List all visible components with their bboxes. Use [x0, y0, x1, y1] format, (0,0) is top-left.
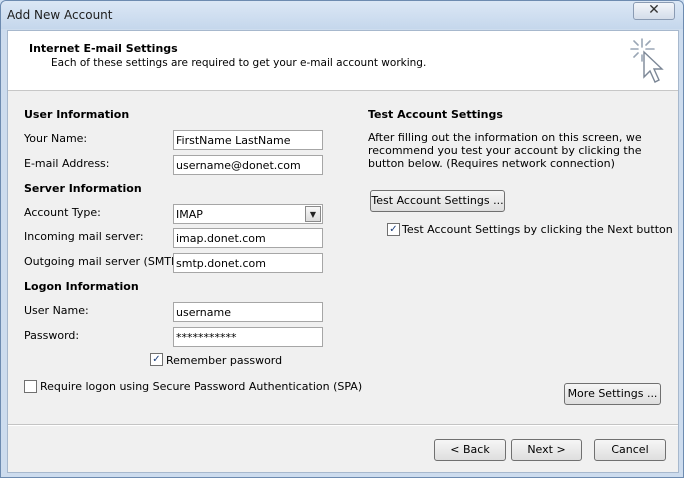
test-settings-heading: Test Account Settings: [368, 108, 503, 121]
title-bar[interactable]: Add New Account ✕: [1, 1, 683, 29]
email-address-label: E-mail Address:: [24, 157, 110, 170]
dialog-body: Internet E-mail Settings Each of these s…: [7, 30, 679, 473]
add-account-window: Add New Account ✕ Internet E-mail Settin…: [0, 0, 684, 478]
user-name-input[interactable]: username: [173, 302, 323, 322]
close-icon: ✕: [648, 2, 660, 18]
back-button[interactable]: < Back: [434, 439, 506, 461]
test-account-settings-button[interactable]: Test Account Settings ...: [370, 190, 505, 212]
page-title: Internet E-mail Settings: [29, 42, 178, 55]
your-name-input[interactable]: FirstName LastName: [173, 130, 323, 150]
more-settings-button[interactable]: More Settings ...: [564, 383, 661, 405]
test-settings-description: After filling out the information on thi…: [368, 131, 642, 170]
remember-password-label: Remember password: [166, 354, 283, 367]
your-name-label: Your Name:: [24, 132, 88, 145]
user-name-label: User Name:: [24, 304, 89, 317]
incoming-server-input[interactable]: imap.donet.com: [173, 228, 323, 248]
user-info-heading: User Information: [24, 108, 130, 121]
test-on-next-checkbox[interactable]: ✓: [387, 223, 400, 236]
account-type-label: Account Type:: [24, 206, 101, 219]
chevron-down-icon[interactable]: ▼: [305, 206, 321, 222]
spa-checkbox[interactable]: [24, 380, 37, 393]
next-button[interactable]: Next >: [511, 439, 582, 461]
window-title: Add New Account: [7, 8, 113, 22]
wizard-header: Internet E-mail Settings Each of these s…: [8, 31, 678, 91]
cancel-button[interactable]: Cancel: [594, 439, 666, 461]
logon-info-heading: Logon Information: [24, 280, 139, 293]
server-info-heading: Server Information: [24, 182, 142, 195]
account-type-select[interactable]: IMAP ▼: [173, 204, 323, 224]
test-on-next-label: Test Account Settings by clicking the Ne…: [402, 223, 673, 236]
password-label: Password:: [24, 329, 80, 342]
footer-divider: [8, 424, 678, 426]
incoming-server-label: Incoming mail server:: [24, 230, 144, 243]
password-input[interactable]: ***********: [173, 327, 323, 347]
account-type-value: IMAP: [176, 208, 203, 221]
remember-password-checkbox[interactable]: ✓: [150, 353, 163, 366]
outgoing-server-label: Outgoing mail server (SMTP):: [24, 255, 186, 268]
email-address-input[interactable]: username@donet.com: [173, 155, 323, 175]
spa-label: Require logon using Secure Password Auth…: [40, 380, 363, 393]
page-subtitle: Each of these settings are required to g…: [51, 57, 427, 69]
outgoing-server-input[interactable]: smtp.donet.com: [173, 253, 323, 273]
close-button[interactable]: ✕: [633, 2, 675, 20]
wizard-cursor-icon: [630, 38, 664, 83]
